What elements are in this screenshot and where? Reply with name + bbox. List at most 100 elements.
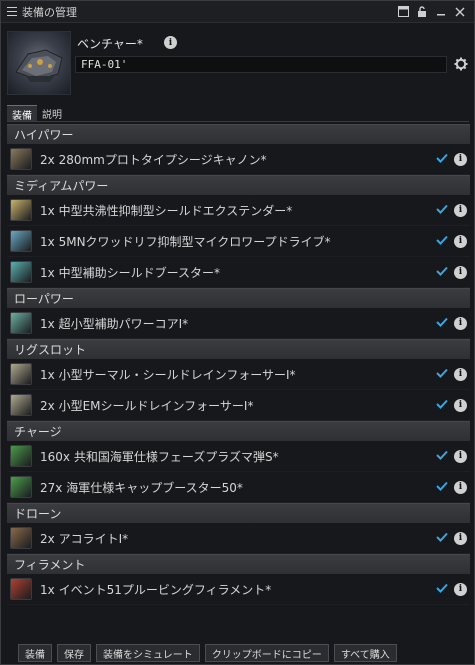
module-name: 海軍仕様キャップブースター50* (66, 480, 243, 495)
simulate-button[interactable]: 装備をシミュレート (96, 644, 200, 662)
info-icon[interactable]: i (454, 152, 467, 166)
power-core-icon (10, 312, 32, 334)
info-icon[interactable]: i (454, 531, 467, 545)
module-quantity: 1x (40, 316, 55, 331)
checkmark-icon (436, 265, 448, 279)
checkmark-icon (436, 203, 448, 217)
module-label: 1x イベント51プルービングフィラメント* (40, 581, 436, 598)
module-label: 1x 超小型補助パワーコアI* (40, 315, 436, 332)
module-quantity: 1x (40, 582, 55, 597)
module-quantity: 2x (40, 531, 55, 546)
module-row[interactable]: 27x 海軍仕様キャップブースター50* i (7, 472, 470, 503)
module-label: 27x 海軍仕様キャップブースター50* (40, 479, 436, 496)
section-header[interactable]: チャージ (7, 421, 470, 441)
window-menu-icon[interactable] (7, 7, 17, 16)
save-button[interactable]: 保存 (57, 644, 91, 662)
footer-toolbar: 装備 保存 装備をシミュレート クリップボードにコピー すべて購入 (1, 642, 474, 664)
module-row[interactable]: 2x 小型EMシールドレインフォーサーI* i (7, 390, 470, 421)
checkmark-icon (436, 582, 448, 596)
module-name: 中型共沸性抑制型シールドエクステンダー* (58, 203, 293, 218)
tab-description[interactable]: 説明 (37, 105, 67, 121)
gear-icon[interactable] (454, 57, 468, 71)
checkmark-icon (436, 480, 448, 494)
tab-fitting[interactable]: 装備 (7, 105, 37, 122)
module-row[interactable]: 1x 中型共沸性抑制型シールドエクステンダー* i (7, 195, 470, 226)
module-row[interactable]: 160x 共和国海軍仕様フェーズプラズマ弾S* i (7, 441, 470, 472)
fitting-management-window: 装備の管理 ベンチャー* i FFA-01' 装備 説明 ハイパワー 2x 28… (0, 0, 475, 665)
checkmark-icon (436, 398, 448, 412)
module-name: 小型サーマル・シールドレインフォーサーI* (58, 367, 296, 382)
checkmark-icon (436, 234, 448, 248)
section-header[interactable]: ローパワー (7, 288, 470, 308)
section-header[interactable]: ハイパワー (7, 124, 470, 144)
module-quantity: 1x (40, 367, 55, 382)
module-label: 1x 中型共沸性抑制型シールドエクステンダー* (40, 202, 436, 219)
tab-divider (7, 121, 469, 122)
module-row[interactable]: 2x 280mmプロトタイプシージキャノン* i (7, 144, 470, 175)
fitting-name-field[interactable]: FFA-01' (75, 56, 447, 73)
module-list: ハイパワー 2x 280mmプロトタイプシージキャノン* i ミディアムパワー 1x 中… (7, 124, 470, 605)
info-icon[interactable]: i (454, 582, 467, 596)
minimize-icon[interactable] (433, 4, 449, 20)
drone-icon (10, 527, 32, 549)
projectile-gun-icon (10, 148, 32, 170)
window-title: 装備の管理 (22, 5, 77, 19)
info-icon[interactable]: i (454, 234, 467, 248)
module-row[interactable]: 2x アコライトI* i (7, 523, 470, 554)
copy-clipboard-button[interactable]: クリップボードにコピー (204, 644, 329, 662)
info-icon[interactable]: i (454, 449, 467, 463)
shield-extender-icon (10, 199, 32, 221)
module-name: 共和国海軍仕様フェーズプラズマ弾S* (73, 449, 279, 464)
section-header[interactable]: フィラメント (7, 554, 470, 574)
close-icon[interactable] (452, 4, 468, 20)
info-icon[interactable]: i (454, 398, 467, 412)
buy-all-button[interactable]: すべて購入 (333, 644, 397, 662)
module-quantity: 1x (40, 265, 55, 280)
module-quantity: 27x (40, 480, 63, 495)
module-label: 160x 共和国海軍仕様フェーズプラズマ弾S* (40, 448, 436, 465)
microwarpdrive-icon (10, 230, 32, 252)
rig-icon (10, 363, 32, 385)
title-bar: 装備の管理 (1, 1, 474, 23)
info-icon[interactable]: i (454, 480, 467, 494)
module-quantity: 1x (40, 234, 55, 249)
module-quantity: 2x (40, 398, 55, 413)
module-label: 2x 小型EMシールドレインフォーサーI* (40, 397, 436, 414)
module-quantity: 2x (40, 152, 55, 167)
info-icon[interactable]: i (454, 367, 467, 381)
module-label: 2x 280mmプロトタイプシージキャノン* (40, 151, 436, 168)
module-label: 1x 5MNクワッドリフ抑制型マイクロワープドライブ* (40, 233, 436, 250)
ship-info-icon[interactable]: i (164, 36, 177, 49)
tab-bar: 装備 説明 (7, 105, 67, 122)
module-label: 1x 小型サーマル・シールドレインフォーサーI* (40, 366, 436, 383)
module-quantity: 160x (40, 449, 71, 464)
ammo-icon (10, 445, 32, 467)
compact-view-icon[interactable] (395, 4, 411, 20)
module-label: 1x 中型補助シールドブースター* (40, 264, 436, 281)
lock-icon[interactable] (414, 4, 430, 20)
checkmark-icon (436, 367, 448, 381)
module-row[interactable]: 1x イベント51プルービングフィラメント* i (7, 574, 470, 605)
section-header[interactable]: リグスロット (7, 339, 470, 359)
module-name: 超小型補助パワーコアI* (58, 316, 189, 331)
section-header[interactable]: ドローン (7, 503, 470, 523)
filament-icon (10, 578, 32, 600)
section-header[interactable]: ミディアムパワー (7, 175, 470, 195)
module-name: 280mmプロトタイプシージキャノン* (58, 152, 267, 167)
ship-thumbnail[interactable] (7, 31, 71, 95)
info-icon[interactable]: i (454, 316, 467, 330)
info-icon[interactable]: i (454, 265, 467, 279)
module-row[interactable]: 1x 中型補助シールドブースター* i (7, 257, 470, 288)
rig-icon (10, 394, 32, 416)
module-row[interactable]: 1x 超小型補助パワーコアI* i (7, 308, 470, 339)
shield-booster-icon (10, 261, 32, 283)
ship-name: ベンチャー* (77, 37, 143, 51)
module-name: 中型補助シールドブースター* (58, 265, 220, 280)
module-row[interactable]: 1x 小型サーマル・シールドレインフォーサーI* i (7, 359, 470, 390)
module-row[interactable]: 1x 5MNクワッドリフ抑制型マイクロワープドライブ* i (7, 226, 470, 257)
fit-button[interactable]: 装備 (18, 644, 52, 662)
module-quantity: 1x (40, 203, 55, 218)
checkmark-icon (436, 449, 448, 463)
checkmark-icon (436, 152, 448, 166)
info-icon[interactable]: i (454, 203, 467, 217)
